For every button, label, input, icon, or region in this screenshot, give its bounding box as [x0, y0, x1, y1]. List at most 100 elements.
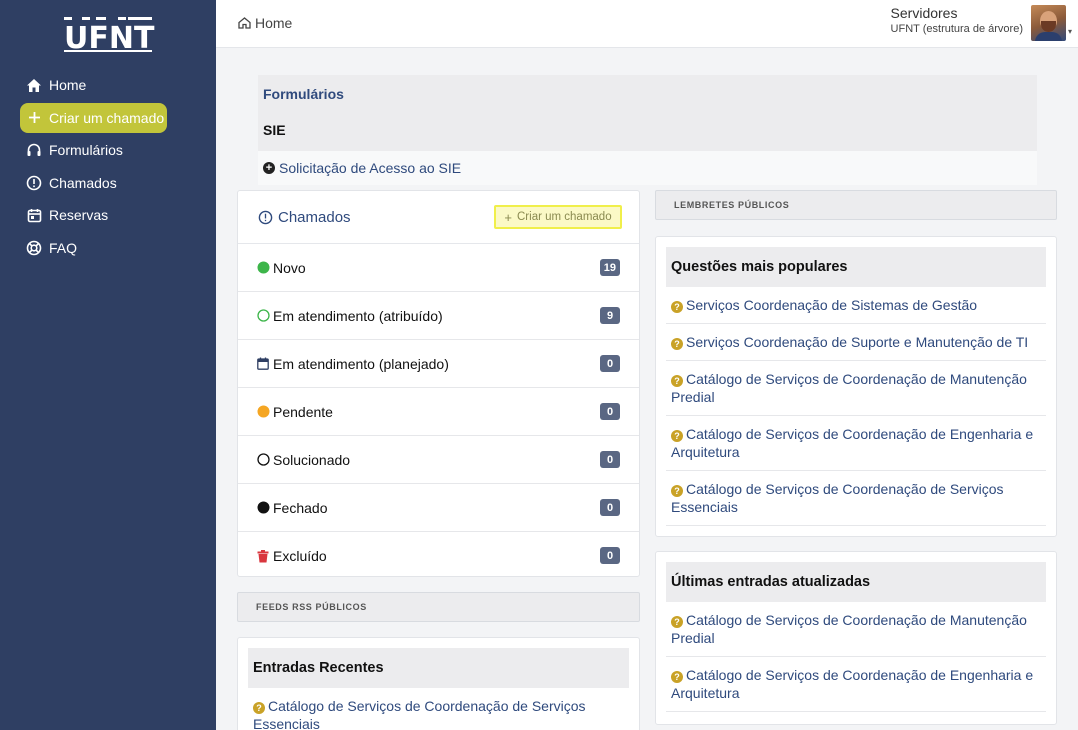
home-outline-icon — [238, 17, 251, 29]
question-icon: ? — [671, 616, 683, 628]
sidebar-nav: Home Criar um chamado Formulários Chamad… — [20, 70, 200, 265]
status-pending-icon — [256, 405, 270, 419]
plus-circle-icon: + — [263, 162, 275, 174]
top-header: Home Servidores UFNT (estrutura de árvor… — [216, 0, 1078, 48]
count-badge: 0 — [600, 547, 620, 564]
home-icon — [25, 76, 43, 94]
ticket-status-label: Fechado — [273, 499, 328, 516]
question-icon: ? — [671, 301, 683, 313]
trash-icon — [256, 549, 270, 563]
kb-item[interactable]: ? Serviços Coordenação de Suporte e Manut… — [666, 324, 1046, 361]
ticket-status-label: Excluído — [273, 548, 327, 564]
question-icon: ? — [671, 430, 683, 442]
rss-feeds-heading[interactable]: FEEDS RSS PÚBLICOS — [237, 592, 640, 622]
kb-item[interactable]: ? Catálogo de Serviços de Coordenação de … — [666, 471, 1046, 526]
sidebar-item-label: Formulários — [49, 142, 123, 158]
lifebuoy-icon — [25, 239, 43, 257]
sidebar-item-forms[interactable]: Formulários — [20, 135, 200, 165]
sidebar-item-label: Criar um chamado — [49, 109, 165, 126]
sidebar-item-faq[interactable]: FAQ — [20, 233, 200, 263]
sidebar-item-reservations[interactable]: Reservas — [20, 200, 200, 230]
kb-item[interactable]: ? Serviços Coordenação de Sistemas de Ges… — [666, 287, 1046, 324]
kb-item[interactable]: ? Catálogo de Serviços de Coordenação de … — [666, 602, 1046, 657]
ticket-status-label: Novo — [273, 259, 306, 276]
popular-questions-card: Questões mais populares ? Serviços Coorde… — [655, 236, 1057, 537]
ticket-row-closed[interactable]: Fechado 0 — [238, 484, 639, 532]
plus-icon: + — [504, 209, 512, 225]
kb-item-label: Catálogo de Serviços de Coordenação de M… — [671, 612, 1027, 646]
count-badge: 0 — [600, 499, 620, 516]
count-badge: 0 — [600, 451, 620, 468]
kb-item-label: Catálogo de Serviços de Coordenação de S… — [253, 698, 586, 730]
ticket-row-assigned[interactable]: Em atendimento (atribuído) 9 — [238, 292, 639, 340]
question-icon: ? — [671, 375, 683, 387]
breadcrumb-home[interactable]: Home — [255, 15, 292, 31]
question-icon: ? — [671, 671, 683, 683]
tickets-card: Chamados + Criar um chamado Novo 19 Em a… — [237, 190, 640, 577]
question-icon: ? — [253, 702, 265, 714]
calendar-icon — [25, 206, 43, 224]
form-link-sie-access[interactable]: + Solicitação de Acesso ao SIE — [258, 151, 1037, 185]
status-new-icon — [256, 261, 270, 275]
ticket-status-label: Pendente — [273, 403, 333, 420]
svg-text:UFNT: UFNT — [64, 21, 155, 54]
alert-circle-icon — [25, 174, 43, 192]
kb-item[interactable]: ? Catálogo de Serviços de Coordenação de … — [666, 361, 1046, 416]
recent-entries-title: Entradas Recentes — [248, 648, 629, 688]
kb-item[interactable]: ? Catálogo de Serviços de Coordenação de … — [666, 657, 1046, 712]
ufnt-logo-mark: UFNT — [64, 17, 155, 56]
kb-item[interactable]: ? Catálogo de Serviços de Coordenação de … — [666, 416, 1046, 471]
ticket-row-deleted[interactable]: Excluído 0 — [238, 532, 639, 580]
ticket-status-label: Solucionado — [273, 451, 351, 468]
sidebar-item-home[interactable]: Home — [20, 70, 200, 100]
plus-icon — [25, 109, 43, 127]
count-badge: 19 — [599, 259, 620, 276]
ticket-status-label: Em atendimento (atribuído) — [273, 307, 443, 324]
create-ticket-label: Criar um chamado — [517, 211, 612, 223]
status-solved-icon — [256, 453, 270, 467]
user-entity: UFNT (estrutura de árvore) — [890, 23, 1023, 35]
sidebar-item-label: Home — [49, 77, 87, 93]
kb-item-label: Serviços Coordenação de Suporte e Manute… — [686, 334, 1029, 350]
tickets-title: Chamados — [278, 208, 351, 226]
question-icon: ? — [671, 485, 683, 497]
avatar[interactable] — [1031, 5, 1066, 41]
ticket-row-new[interactable]: Novo 19 — [238, 244, 639, 292]
ticket-row-planned[interactable]: Em atendimento (planejado) 0 — [238, 340, 639, 388]
kb-item-label: Catálogo de Serviços de Coordenação de M… — [671, 371, 1027, 405]
last-updated-title: Últimas entradas atualizadas — [666, 562, 1046, 602]
user-profile-name: Servidores — [890, 5, 958, 21]
ticket-row-pending[interactable]: Pendente 0 — [238, 388, 639, 436]
sidebar-item-label: FAQ — [49, 239, 78, 256]
sidebar-item-create-ticket[interactable]: Criar um chamado — [20, 102, 167, 133]
forms-title: Formulários — [258, 75, 1037, 113]
sidebar: UFNT Home Criar um chamado Formulários C… — [0, 0, 216, 730]
headset-icon — [25, 141, 43, 159]
question-icon: ? — [671, 338, 683, 350]
kb-item-label: Catálogo de Serviços de Coordenação de S… — [671, 481, 1004, 515]
alert-circle-icon — [258, 210, 273, 224]
sidebar-item-label: Chamados — [49, 174, 117, 191]
user-info: Servidores UFNT (estrutura de árvore) — [891, 5, 1023, 35]
public-reminders-heading[interactable]: LEMBRETES PÚBLICOS — [655, 190, 1057, 220]
recent-entries-card: Entradas Recentes ? Catálogo de Serviços … — [237, 637, 640, 730]
count-badge: 9 — [600, 307, 620, 324]
kb-item[interactable]: ? Catálogo de Serviços de Coordenação de … — [248, 688, 629, 730]
tickets-header: Chamados + Criar um chamado — [238, 191, 639, 244]
kb-item-label: Catálogo de Serviços de Coordenação de E… — [671, 667, 1034, 701]
ufnt-logo[interactable]: UFNT — [62, 14, 156, 56]
chevron-down-icon[interactable]: ▾ — [1068, 27, 1078, 36]
count-badge: 0 — [600, 355, 620, 372]
count-badge: 0 — [600, 403, 620, 420]
ticket-status-label: Em atendimento (planejado) — [273, 355, 449, 372]
forms-block: Formulários SIE + Solicitação de Acesso … — [258, 75, 1037, 185]
last-updated-card: Últimas entradas atualizadas ? Catálogo d… — [655, 551, 1057, 725]
kb-item-label: Catálogo de Serviços de Coordenação de E… — [671, 426, 1034, 460]
status-closed-icon — [256, 501, 270, 515]
sidebar-item-label: Reservas — [49, 207, 109, 223]
user-menu[interactable]: Servidores UFNT (estrutura de árvore) ▾ — [891, 5, 1078, 41]
ticket-row-solved[interactable]: Solucionado 0 — [238, 436, 639, 484]
sidebar-item-tickets[interactable]: Chamados — [20, 168, 200, 198]
create-ticket-button[interactable]: + Criar um chamado — [494, 205, 622, 229]
breadcrumb[interactable]: Home — [238, 15, 292, 31]
